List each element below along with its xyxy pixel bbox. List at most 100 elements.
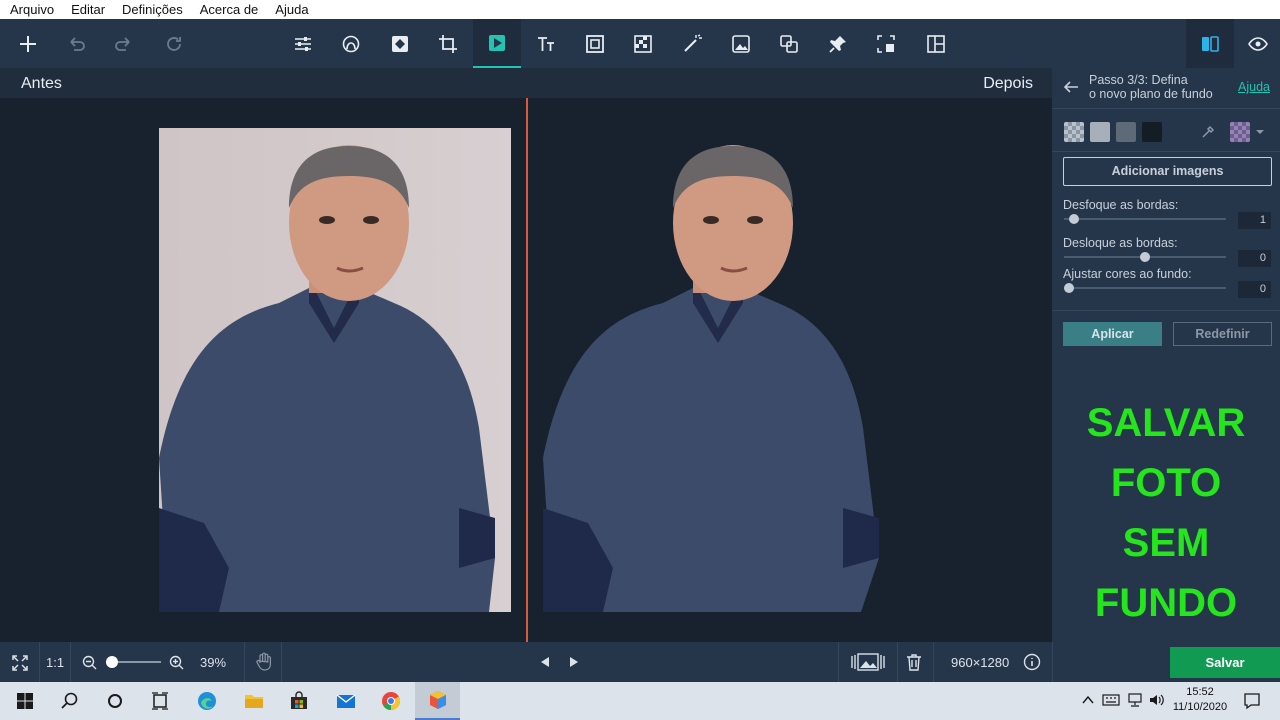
compare-divider[interactable] <box>526 98 528 642</box>
separator <box>897 642 898 682</box>
crop-tool[interactable] <box>424 19 472 68</box>
blur-tool[interactable] <box>619 19 667 68</box>
task-view-button[interactable] <box>137 682 182 720</box>
photo-editor-app[interactable] <box>415 682 460 720</box>
menu-arquivo[interactable]: Arquivo <box>0 2 61 17</box>
redo-icon <box>115 36 130 51</box>
dark-swatch[interactable] <box>1142 122 1162 142</box>
blur-edges-value[interactable]: 1 <box>1238 212 1271 229</box>
zoom-slider-knob[interactable] <box>106 656 118 668</box>
notification-icon[interactable] <box>1243 692 1261 710</box>
os-taskbar: 15:52 11/10/2020 <box>0 682 1280 720</box>
replace-tool[interactable] <box>765 19 813 68</box>
split-view-icon <box>1202 35 1219 52</box>
next-icon[interactable] <box>568 656 580 668</box>
search-button[interactable] <box>47 682 92 720</box>
light-gray-swatch[interactable] <box>1090 122 1110 142</box>
frame-tool[interactable] <box>571 19 619 68</box>
chevron-down-icon[interactable] <box>1255 128 1265 136</box>
edge-icon <box>197 692 216 710</box>
zoom-in-icon[interactable] <box>169 655 184 670</box>
help-link[interactable]: Ajuda <box>1238 80 1270 94</box>
resize-tool[interactable] <box>862 19 910 68</box>
volume-icon[interactable] <box>1148 692 1166 708</box>
fit-screen-icon[interactable] <box>11 654 29 672</box>
windows-icon <box>16 693 33 709</box>
undo-button[interactable] <box>52 19 100 68</box>
shift-edges-label: Desloque as bordas: <box>1063 236 1178 250</box>
menu-definicoes[interactable]: Definições <box>112 2 190 17</box>
hand-icon[interactable] <box>255 652 273 672</box>
pin-tool[interactable] <box>814 19 862 68</box>
separator <box>838 642 839 682</box>
step-description: Passo 3/3: Defina o novo plano de fundo <box>1089 73 1213 101</box>
adjust-colors-slider[interactable] <box>1064 287 1226 289</box>
custom-color-swatch[interactable] <box>1230 122 1250 142</box>
keyboard-icon[interactable] <box>1102 692 1120 708</box>
add-button[interactable] <box>4 19 52 68</box>
filmstrip-icon[interactable] <box>850 653 886 671</box>
chrome-app[interactable] <box>368 682 413 720</box>
after-label: Depois <box>983 75 1033 92</box>
plus-icon <box>20 35 36 52</box>
shift-edges-knob[interactable] <box>1140 252 1150 262</box>
trash-icon[interactable] <box>906 653 922 671</box>
zoom-out-icon[interactable] <box>82 655 97 670</box>
retouch-tool[interactable] <box>327 19 375 68</box>
person-figure-after <box>543 145 879 612</box>
reset-button[interactable] <box>150 19 198 68</box>
eyedropper-icon[interactable] <box>1200 124 1216 140</box>
add-images-button[interactable]: Adicionar imagens <box>1063 157 1272 186</box>
transparent-swatch[interactable] <box>1064 122 1084 142</box>
divider <box>1052 151 1280 152</box>
image-tool[interactable] <box>717 19 765 68</box>
actual-size-button[interactable]: 1:1 <box>46 655 64 670</box>
image-icon <box>732 34 750 53</box>
collage-tool[interactable] <box>912 19 960 68</box>
blur-edges-knob[interactable] <box>1069 214 1079 224</box>
preview-button[interactable] <box>1234 19 1280 68</box>
magic-tool[interactable] <box>668 19 716 68</box>
reset-button[interactable]: Redefinir <box>1173 322 1272 346</box>
compare-view-button[interactable] <box>1186 19 1234 68</box>
text-tool[interactable] <box>522 19 570 68</box>
effects-tool[interactable] <box>376 19 424 68</box>
save-button[interactable]: Salvar <box>1170 647 1280 678</box>
apply-button[interactable]: Aplicar <box>1063 322 1162 346</box>
cortana-button[interactable] <box>92 682 137 720</box>
adjust-colors-label: Ajustar cores ao fundo: <box>1063 267 1192 281</box>
store-app[interactable] <box>276 682 321 720</box>
back-arrow-icon[interactable] <box>1062 79 1080 95</box>
menu-editar[interactable]: Editar <box>61 2 112 17</box>
separator <box>39 642 40 682</box>
overlay-line-2: FOTO <box>1110 461 1222 505</box>
step-line-2: o novo plano de fundo <box>1089 87 1213 101</box>
photo-editor-icon <box>429 691 446 709</box>
file-explorer-app[interactable] <box>231 682 276 720</box>
shift-edges-value[interactable]: 0 <box>1238 250 1271 267</box>
menu-acerca[interactable]: Acerca de <box>190 2 266 17</box>
redo-button[interactable] <box>100 19 148 68</box>
adjust-tool[interactable] <box>279 19 327 68</box>
sliders-icon <box>295 36 311 51</box>
adjust-colors-value[interactable]: 0 <box>1238 281 1271 298</box>
frame-icon <box>586 34 604 53</box>
overlay-line-3: SEM <box>1122 521 1210 565</box>
refresh-icon <box>167 36 181 51</box>
background-panel: Passo 3/3: Defina o novo plano de fundo … <box>1052 68 1280 642</box>
mail-app[interactable] <box>323 682 368 720</box>
system-clock[interactable]: 15:52 11/10/2020 <box>1168 685 1232 715</box>
blur-edges-slider[interactable] <box>1064 218 1226 220</box>
menu-ajuda[interactable]: Ajuda <box>265 2 315 17</box>
background-tool[interactable] <box>473 19 521 68</box>
start-button[interactable] <box>2 682 47 720</box>
gray-swatch[interactable] <box>1116 122 1136 142</box>
info-icon[interactable] <box>1023 653 1041 671</box>
chrome-icon <box>381 692 400 710</box>
adjust-colors-knob[interactable] <box>1064 283 1074 293</box>
network-icon[interactable] <box>1126 692 1144 708</box>
search-icon <box>60 692 77 709</box>
chevron-up-icon[interactable] <box>1082 695 1094 705</box>
edge-app[interactable] <box>184 682 229 720</box>
previous-icon[interactable] <box>539 656 551 668</box>
